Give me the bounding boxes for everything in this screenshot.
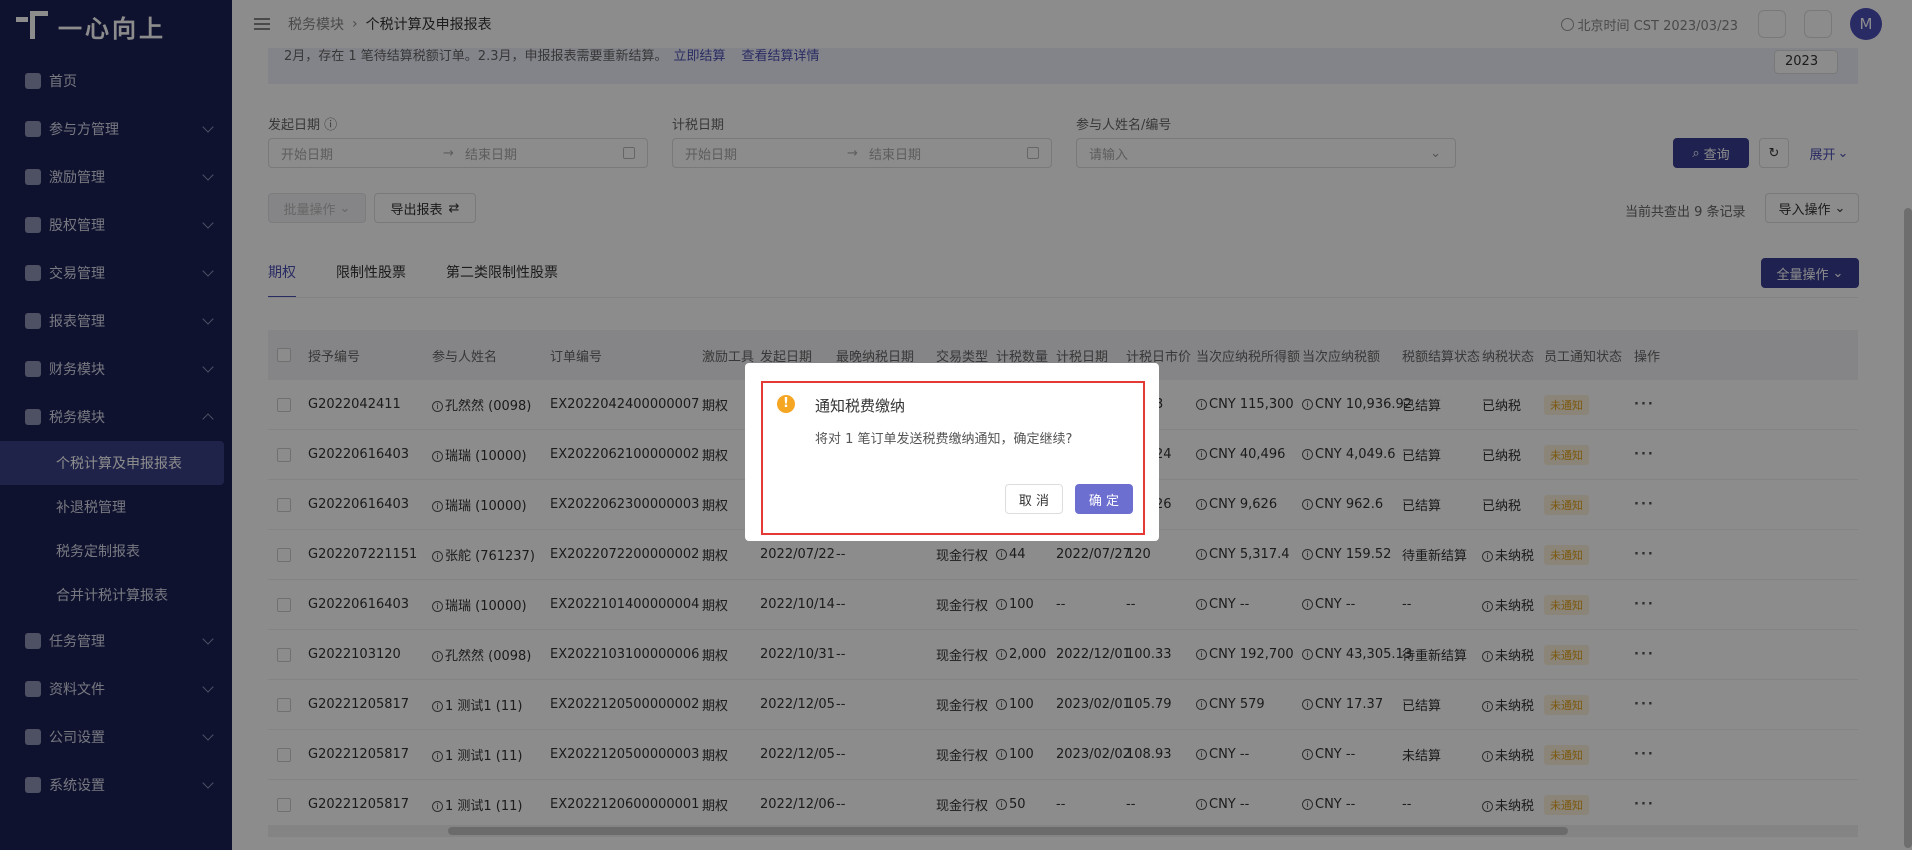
warning-icon: !: [777, 395, 795, 413]
notify-modal: ! 通知税费缴纳 将对 1 笔订单发送税费缴纳通知，确定继续? 取 消 确 定: [745, 363, 1159, 541]
modal-message: 将对 1 笔订单发送税费缴纳通知，确定继续?: [815, 432, 1073, 447]
cancel-button[interactable]: 取 消: [1005, 484, 1063, 514]
modal-highlight: ! 通知税费缴纳 将对 1 笔订单发送税费缴纳通知，确定继续? 取 消 确 定: [761, 381, 1145, 535]
confirm-button[interactable]: 确 定: [1075, 484, 1133, 514]
modal-title: 通知税费缴纳: [815, 397, 906, 415]
